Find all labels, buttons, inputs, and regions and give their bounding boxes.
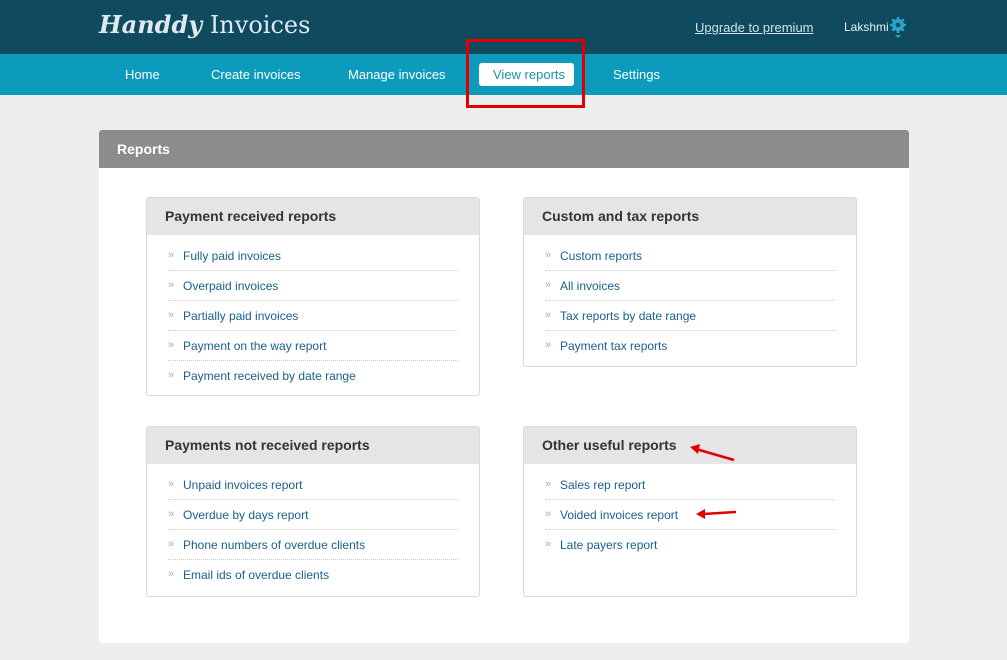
chevron-right-icon: » xyxy=(545,339,552,351)
report-link[interactable]: All invoices xyxy=(560,279,620,293)
list-item[interactable]: » Late payers report xyxy=(545,530,835,559)
chevron-right-icon: » xyxy=(545,508,552,520)
list-item[interactable]: » Unpaid invoices report xyxy=(168,470,458,500)
nav-settings[interactable]: Settings xyxy=(613,54,660,95)
nav-view-reports[interactable]: View reports xyxy=(479,63,574,86)
report-link[interactable]: Fully paid invoices xyxy=(183,249,281,263)
list-item[interactable]: » All invoices xyxy=(545,271,835,301)
report-link[interactable]: Phone numbers of overdue clients xyxy=(183,538,365,552)
list-item[interactable]: » Tax reports by date range xyxy=(545,301,835,331)
list-item[interactable]: » Payment received by date range xyxy=(168,361,458,390)
chevron-right-icon: » xyxy=(168,249,175,261)
chevron-right-icon: » xyxy=(168,279,175,291)
card-payments-not-received: Payments not received reports » Unpaid in… xyxy=(146,426,480,597)
card-title: Custom and tax reports xyxy=(524,198,856,235)
card-title: Other useful reports xyxy=(524,427,856,464)
list-item[interactable]: » Phone numbers of overdue clients xyxy=(168,530,458,560)
chevron-right-icon: » xyxy=(545,478,552,490)
app-logo[interactable]: Handdy Invoices xyxy=(99,10,310,39)
report-link[interactable]: Sales rep report xyxy=(560,478,645,492)
report-link[interactable]: Voided invoices report xyxy=(560,508,678,522)
report-link[interactable]: Payment received by date range xyxy=(183,369,356,383)
list-item[interactable]: » Sales rep report xyxy=(545,470,835,500)
chevron-right-icon: » xyxy=(168,478,175,490)
chevron-right-icon: » xyxy=(168,309,175,321)
report-link[interactable]: Tax reports by date range xyxy=(560,309,696,323)
chevron-right-icon: » xyxy=(545,249,552,261)
report-link[interactable]: Unpaid invoices report xyxy=(183,478,302,492)
list-item[interactable]: » Overpaid invoices xyxy=(168,271,458,301)
chevron-right-icon: » xyxy=(545,538,552,550)
nav-manage-invoices[interactable]: Manage invoices xyxy=(348,54,446,95)
logo-text: Invoices xyxy=(202,11,311,39)
gear-icon[interactable] xyxy=(889,16,907,38)
list-item[interactable]: » Email ids of overdue clients xyxy=(168,560,458,589)
report-link[interactable]: Custom reports xyxy=(560,249,642,263)
chevron-right-icon: » xyxy=(168,369,175,381)
reports-panel: Reports Payment received reports » Fully … xyxy=(99,130,909,643)
list-item[interactable]: » Custom reports xyxy=(545,241,835,271)
user-name: Lakshmi xyxy=(844,20,889,34)
upgrade-to-premium-link[interactable]: Upgrade to premium xyxy=(695,20,814,35)
card-title: Payments not received reports xyxy=(147,427,479,464)
card-other-useful: Other useful reports » Sales rep report »… xyxy=(523,426,857,597)
report-link[interactable]: Payment on the way report xyxy=(183,339,326,353)
chevron-right-icon: » xyxy=(168,508,175,520)
chevron-right-icon: » xyxy=(168,339,175,351)
list-item[interactable]: » Overdue by days report xyxy=(168,500,458,530)
report-link[interactable]: Overpaid invoices xyxy=(183,279,278,293)
chevron-right-icon: » xyxy=(168,538,175,550)
logo-script-text: Handdy xyxy=(99,10,203,39)
report-link[interactable]: Late payers report xyxy=(560,538,657,552)
list-item[interactable]: » Fully paid invoices xyxy=(168,241,458,271)
report-link[interactable]: Overdue by days report xyxy=(183,508,308,522)
report-link[interactable]: Email ids of overdue clients xyxy=(183,568,329,582)
card-payment-received: Payment received reports » Fully paid inv… xyxy=(146,197,480,396)
main-nav: Home Create invoices Manage invoices Vie… xyxy=(0,54,1007,95)
list-item[interactable]: » Payment on the way report xyxy=(168,331,458,361)
nav-home[interactable]: Home xyxy=(125,54,160,95)
report-link[interactable]: Partially paid invoices xyxy=(183,309,298,323)
list-item[interactable]: » Voided invoices report xyxy=(545,500,835,530)
list-item[interactable]: » Partially paid invoices xyxy=(168,301,458,331)
card-custom-tax: Custom and tax reports » Custom reports »… xyxy=(523,197,857,367)
nav-create-invoices[interactable]: Create invoices xyxy=(211,54,301,95)
card-title: Payment received reports xyxy=(147,198,479,235)
chevron-right-icon: » xyxy=(545,279,552,291)
chevron-right-icon: » xyxy=(545,309,552,321)
report-link[interactable]: Payment tax reports xyxy=(560,339,667,353)
top-header: Handdy Invoices Upgrade to premium Laksh… xyxy=(0,0,1007,54)
chevron-right-icon: » xyxy=(168,568,175,580)
list-item[interactable]: » Payment tax reports xyxy=(545,331,835,360)
panel-title: Reports xyxy=(99,130,909,168)
